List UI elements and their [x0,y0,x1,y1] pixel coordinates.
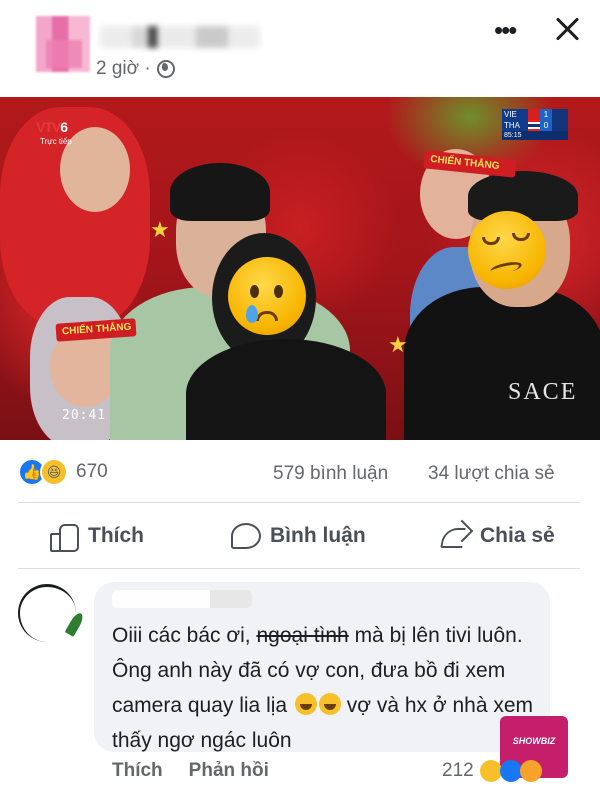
channel-logo: VTV6 [36,119,68,135]
emoji-tear [246,305,258,323]
emoji-eye [512,233,530,241]
live-label: Trực tiếp [40,137,72,146]
emoji-eye [274,285,283,298]
comment-reaction-count: 212 [442,760,474,781]
post-stats: 👍 😆 670 579 bình luận 34 lượt chia sẻ [0,454,600,494]
avatar[interactable] [36,16,90,72]
vietnam-flag-icon [528,109,540,120]
team2-name: THA [502,120,528,131]
crying-face-icon [228,257,306,335]
commenter-name-blurred[interactable] [112,590,252,608]
flag-star-icon: ★ [150,217,170,242]
share-label: Chia sẻ [480,524,555,547]
channel-logo-number: 6 [60,119,68,135]
emoji-mouth [489,259,523,277]
flag-star-icon: ★ [388,332,408,357]
divider [18,502,580,503]
post-timestamp[interactable]: 2 giờ · [96,58,175,80]
emoji-eye [250,285,259,298]
share-button[interactable]: Chia sẻ [440,522,555,550]
comment-text: Oiii các bác ơi, ngoại tình mà bị lên ti… [112,618,542,758]
man-black-shirt [404,287,600,440]
video-timestamp: 20:41 [62,408,107,423]
comment-button[interactable]: Bình luận [230,522,366,550]
comment-text-part: Oiii các bác ơi, [112,624,257,647]
comment-actions: Thích Phản hồi [112,760,269,782]
globe-icon [156,60,175,78]
rolling-laughing-icon [294,693,317,715]
divider [18,568,580,569]
wow-reaction-icon [519,760,542,782]
thailand-flag-icon [528,120,540,131]
team2-score: 0 [540,120,552,131]
scoreboard: VIE 1 THA 0 85:15 [502,109,568,140]
man-hair [170,163,270,221]
reactions-summary[interactable]: 👍 😆 670 [18,458,108,486]
woozy-face-icon [468,211,546,289]
haha-reaction-icon: 😆 [40,458,68,486]
comments-count[interactable]: 579 bình luận [273,463,388,485]
thumb-icon [48,522,79,552]
match-time: 85:15 [502,131,568,140]
comment-like-button[interactable]: Thích [112,760,163,782]
comment-strikethrough-text: ngoại tình [256,624,349,647]
rolling-laughing-icon [318,693,341,715]
shirt-text: SACE [508,379,578,405]
emoji-mouth [256,311,278,321]
reaction-count: 670 [76,461,108,482]
like-label: Thích [88,524,144,547]
woman-black-top [186,339,386,440]
like-reaction-icon [499,760,522,782]
haha-reaction-icon [479,760,502,782]
comment-bubble-icon [230,522,261,550]
share-icon [440,522,470,550]
comment-reply-button[interactable]: Phản hồi [189,760,269,782]
comment-reactions[interactable]: 212 [442,760,542,782]
post-photo[interactable]: ★ ★ CHIẾN THẮNG CHIẾN THẮNG VTV6 Trực ti… [0,97,600,440]
like-button[interactable]: Thích [48,522,144,552]
post-time-text: 2 giờ · [96,58,151,79]
shares-count[interactable]: 34 lượt chia sẻ [428,463,555,485]
team1-score: 1 [540,109,552,120]
emoji-eye [482,237,500,245]
close-icon[interactable] [552,14,582,44]
comment-label: Bình luận [270,524,366,547]
channel-logo-text: VTV [36,119,61,135]
team1-name: VIE [502,109,528,120]
author-name-blurred[interactable] [100,26,260,48]
post-header: 2 giờ · ••• [0,0,600,96]
more-icon[interactable]: ••• [494,17,528,43]
